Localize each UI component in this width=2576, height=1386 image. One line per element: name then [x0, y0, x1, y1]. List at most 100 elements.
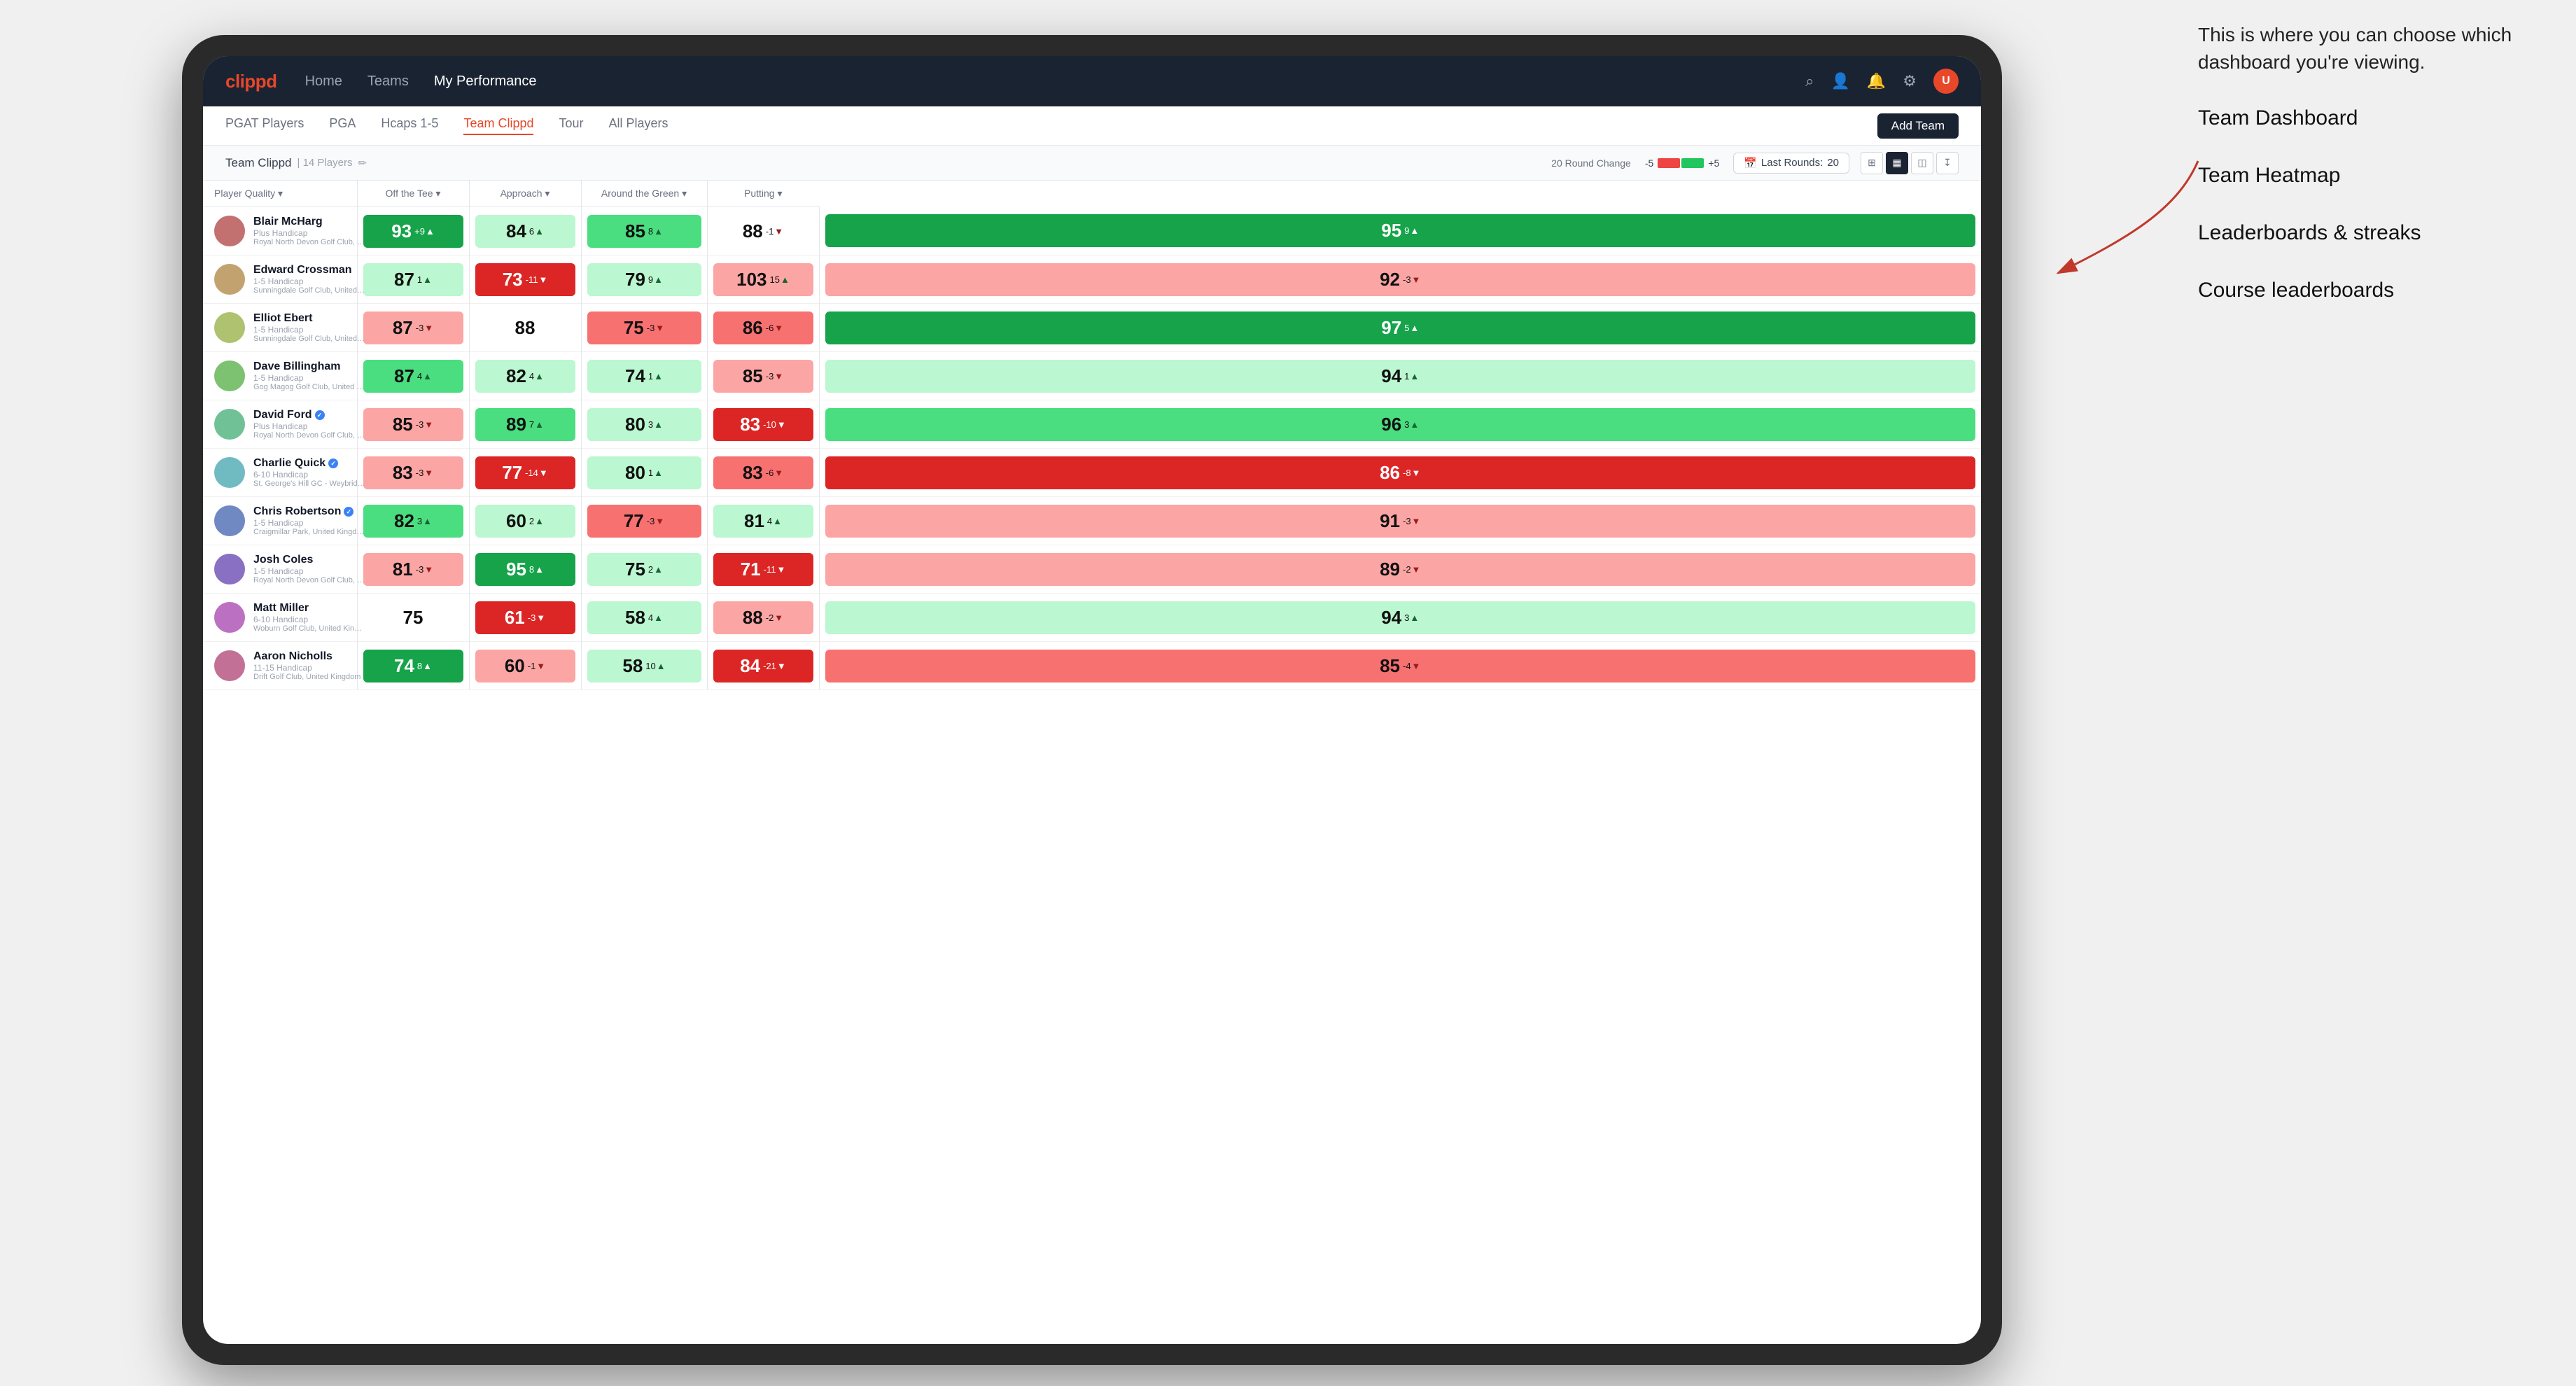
- score-value: 75: [403, 607, 424, 629]
- table-row[interactable]: Charlie Quick✓ 6-10 Handicap St. George'…: [203, 449, 1981, 497]
- nav-teams[interactable]: Teams: [368, 74, 409, 90]
- nav-home[interactable]: Home: [305, 74, 342, 90]
- edit-icon[interactable]: ✏: [358, 157, 367, 169]
- score-box: 92 -3▼: [825, 263, 1976, 296]
- grid-view-button[interactable]: ⊞: [1861, 152, 1883, 174]
- player-cell[interactable]: Elliot Ebert 1-5 Handicap Sunningdale Go…: [203, 304, 357, 352]
- person-icon[interactable]: 👤: [1830, 72, 1849, 90]
- table-row[interactable]: Elliot Ebert 1-5 Handicap Sunningdale Go…: [203, 304, 1981, 352]
- table-row[interactable]: Blair McHarg Plus Handicap Royal North D…: [203, 207, 1981, 255]
- score-box: 82 4▲: [475, 360, 575, 393]
- table-row[interactable]: Aaron Nicholls 11-15 Handicap Drift Golf…: [203, 642, 1981, 690]
- player-cell[interactable]: David Ford✓ Plus Handicap Royal North De…: [203, 400, 357, 449]
- score-cell: 91 -3▼: [819, 497, 1981, 545]
- score-change: 9▲: [648, 274, 663, 285]
- avatar[interactable]: U: [1933, 69, 1959, 94]
- score-box: 91 -3▼: [825, 505, 1976, 538]
- player-cell[interactable]: Dave Billingham 1-5 Handicap Gog Magog G…: [203, 352, 357, 400]
- score-box: 58 10▲: [587, 650, 701, 682]
- annotation-intro: This is where you can choose which dashb…: [2198, 21, 2534, 76]
- last-rounds-icon: 📅: [1744, 157, 1757, 169]
- search-icon[interactable]: ⌕: [1805, 72, 1814, 90]
- score-cell: 88 -2▼: [707, 594, 819, 642]
- score-cell: 75: [357, 594, 469, 642]
- score-change: 1▲: [1404, 371, 1419, 382]
- table-row[interactable]: Dave Billingham 1-5 Handicap Gog Magog G…: [203, 352, 1981, 400]
- score-value: 73: [503, 269, 523, 290]
- team-count: | 14 Players: [298, 157, 353, 169]
- logo: clippd: [225, 71, 277, 92]
- score-cell: 97 5▲: [819, 304, 1981, 352]
- add-team-button[interactable]: Add Team: [1877, 113, 1959, 139]
- table-row[interactable]: Edward Crossman 1-5 Handicap Sunningdale…: [203, 255, 1981, 304]
- header-player[interactable]: Player Quality ▾: [203, 181, 357, 207]
- score-value: 79: [625, 269, 645, 290]
- score-change: 4▲: [529, 371, 544, 382]
- player-avatar: [214, 457, 245, 488]
- header-approach[interactable]: Approach ▾: [469, 181, 581, 207]
- score-box: 89 -2▼: [825, 553, 1976, 586]
- player-details: Josh Coles 1-5 Handicap Royal North Devo…: [253, 554, 365, 584]
- score-box: 94 3▲: [825, 601, 1976, 634]
- bell-icon[interactable]: 🔔: [1867, 72, 1886, 90]
- score-change: 2▲: [648, 564, 663, 575]
- score-change: 10▲: [645, 661, 665, 671]
- score-cell: 82 3▲: [357, 497, 469, 545]
- score-change: -3▼: [528, 612, 545, 623]
- table-row[interactable]: Chris Robertson✓ 1-5 Handicap Craigmilla…: [203, 497, 1981, 545]
- player-details: Matt Miller 6-10 Handicap Woburn Golf Cl…: [253, 602, 365, 633]
- score-value: 61: [505, 607, 525, 629]
- table-row[interactable]: Matt Miller 6-10 Handicap Woburn Golf Cl…: [203, 594, 1981, 642]
- chart-view-button[interactable]: ◫: [1911, 152, 1933, 174]
- verified-badge: ✓: [328, 458, 338, 468]
- player-cell[interactable]: Edward Crossman 1-5 Handicap Sunningdale…: [203, 255, 357, 304]
- score-cell: 60 2▲: [469, 497, 581, 545]
- player-cell[interactable]: Aaron Nicholls 11-15 Handicap Drift Golf…: [203, 642, 357, 690]
- nav-my-performance[interactable]: My Performance: [434, 74, 537, 90]
- player-details: Chris Robertson✓ 1-5 Handicap Craigmilla…: [253, 505, 365, 536]
- subnav-team-clippd[interactable]: Team Clippd: [463, 116, 533, 135]
- subnav-hcaps[interactable]: Hcaps 1-5: [381, 116, 438, 135]
- player-cell[interactable]: Chris Robertson✓ 1-5 Handicap Craigmilla…: [203, 497, 357, 545]
- score-box: 93 +9▲: [363, 215, 463, 248]
- player-cell[interactable]: Matt Miller 6-10 Handicap Woburn Golf Cl…: [203, 594, 357, 642]
- header-putting[interactable]: Putting ▾: [707, 181, 819, 207]
- score-change: -3▼: [416, 419, 433, 430]
- table-row[interactable]: Josh Coles 1-5 Handicap Royal North Devo…: [203, 545, 1981, 594]
- subnav-pga[interactable]: PGA: [329, 116, 356, 135]
- subnav-pgat[interactable]: PGAT Players: [225, 116, 304, 135]
- score-value: 71: [741, 559, 761, 580]
- last-rounds-button[interactable]: 📅 Last Rounds: 20: [1733, 153, 1849, 174]
- round-change-label: 20 Round Change: [1551, 158, 1631, 169]
- player-cell[interactable]: Blair McHarg Plus Handicap Royal North D…: [203, 207, 357, 255]
- score-change: 8▲: [648, 226, 663, 237]
- header-around-green[interactable]: Around the Green ▾: [581, 181, 707, 207]
- player-info: Dave Billingham 1-5 Handicap Gog Magog G…: [203, 352, 357, 400]
- round-change-bars: -5 +5: [1642, 158, 1722, 169]
- subnav-tour[interactable]: Tour: [559, 116, 583, 135]
- settings-icon[interactable]: ⚙: [1903, 72, 1917, 90]
- player-cell[interactable]: Charlie Quick✓ 6-10 Handicap St. George'…: [203, 449, 357, 497]
- score-value: 95: [1381, 220, 1401, 241]
- table-row[interactable]: David Ford✓ Plus Handicap Royal North De…: [203, 400, 1981, 449]
- player-handicap: 6-10 Handicap: [253, 470, 365, 479]
- score-cell: 95 9▲: [819, 207, 1981, 255]
- player-avatar: [214, 264, 245, 295]
- score-cell: 75 -3▼: [581, 304, 707, 352]
- score-value: 83: [393, 462, 413, 484]
- header-off-tee[interactable]: Off the Tee ▾: [357, 181, 469, 207]
- score-change: 3▲: [648, 419, 663, 430]
- score-cell: 71 -11▼: [707, 545, 819, 594]
- export-button[interactable]: ↧: [1936, 152, 1959, 174]
- table-view-button[interactable]: ▦: [1886, 152, 1908, 174]
- player-info: Edward Crossman 1-5 Handicap Sunningdale…: [203, 255, 357, 303]
- score-box: 82 3▲: [363, 505, 463, 538]
- score-change: -2▼: [766, 612, 783, 623]
- score-change: -1▼: [766, 226, 783, 237]
- score-box: 79 9▲: [587, 263, 701, 296]
- player-cell[interactable]: Josh Coles 1-5 Handicap Royal North Devo…: [203, 545, 357, 594]
- score-cell: 79 9▲: [581, 255, 707, 304]
- score-cell: 96 3▲: [819, 400, 1981, 449]
- player-info: David Ford✓ Plus Handicap Royal North De…: [203, 400, 357, 448]
- subnav-all-players[interactable]: All Players: [609, 116, 668, 135]
